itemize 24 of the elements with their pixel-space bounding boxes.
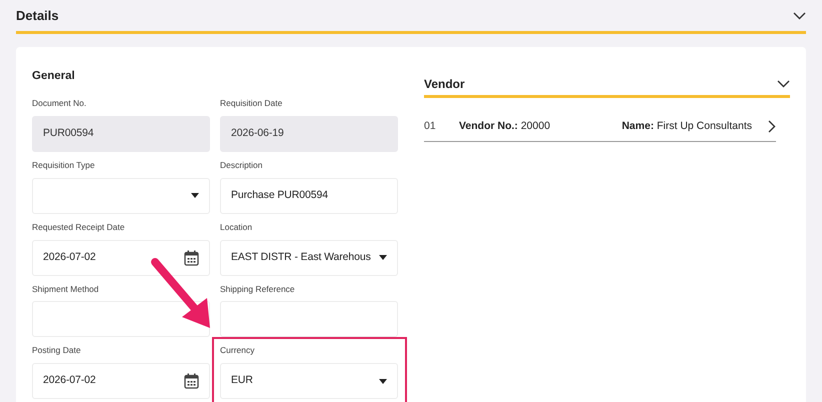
panel-title: Vendor xyxy=(424,76,465,93)
dropdown-field[interactable]: EAST DISTR - East Warehous xyxy=(220,240,398,276)
field-label: Requested Receipt Date xyxy=(32,220,126,234)
field-label: Location xyxy=(220,220,254,234)
date-field[interactable]: 2026-07-02 xyxy=(32,240,210,276)
text-field[interactable]: PUR00594 xyxy=(32,116,210,152)
field-label: Shipment Method xyxy=(32,282,100,296)
field-label: Requisition Date xyxy=(220,97,284,110)
section-heading: General xyxy=(32,69,75,84)
field-label: Posting Date xyxy=(32,344,82,357)
date-field[interactable]: 2026-07-02 xyxy=(32,363,210,399)
field-label: Description xyxy=(220,159,264,172)
vendor-number: Vendor No.: 20000 xyxy=(459,118,552,134)
field-label: Currency xyxy=(220,344,256,357)
field-label: Document No. xyxy=(32,97,88,110)
vendor-row[interactable]: 01 Vendor No.: 20000 Name: First Up Consultants xyxy=(424,112,776,142)
dropdown-field[interactable]: EUR xyxy=(220,363,398,399)
text-field[interactable]: 2026-06-19 xyxy=(220,116,398,152)
vendor-name: Name: First Up Consultants xyxy=(622,118,752,134)
text-field[interactable]: Purchase PUR00594 xyxy=(220,178,398,214)
field-label: Shipping Reference xyxy=(220,282,296,296)
section-title: Details xyxy=(16,6,59,25)
field-label: Requisition Type xyxy=(32,159,96,172)
row-number: 01 xyxy=(424,118,437,134)
